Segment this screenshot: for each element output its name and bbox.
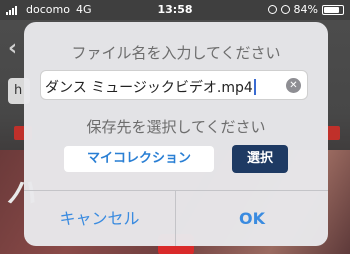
orientation-lock-icon xyxy=(267,5,277,14)
dialog-subtitle: 保存先を選択してください xyxy=(86,118,266,136)
save-file-dialog: ファイル名を入力してください ダンス ミュージックビデオ.mp4 ✕ 保存先を選… xyxy=(24,22,328,246)
my-collection-button[interactable]: マイコレクション xyxy=(64,146,214,172)
ok-button[interactable]: OK xyxy=(176,191,328,246)
battery-fill xyxy=(324,6,340,13)
battery-icon xyxy=(322,4,344,15)
status-bar: docomo 4G 13:58 84% xyxy=(0,0,350,20)
back-chevron-icon: ‹ xyxy=(8,36,18,61)
select-destination-button[interactable]: 選択 xyxy=(232,145,288,173)
alarm-icon xyxy=(280,5,290,14)
screen: ‹ h ハ docomo 4G 13:58 84% ファイル名を入力してください… xyxy=(0,0,350,254)
status-right-group: 84% xyxy=(267,3,344,16)
battery-percentage: 84% xyxy=(293,3,318,16)
filename-value[interactable]: ダンス ミュージックビデオ.mp4 xyxy=(45,77,279,97)
filename-input[interactable]: ダンス ミュージックビデオ.mp4 ✕ xyxy=(40,70,308,100)
text-caret xyxy=(253,79,256,95)
clear-circle-icon[interactable]: ✕ xyxy=(286,78,301,93)
cancel-button[interactable]: キャンセル xyxy=(24,191,175,246)
dialog-title: ファイル名を入力してください xyxy=(71,44,281,62)
